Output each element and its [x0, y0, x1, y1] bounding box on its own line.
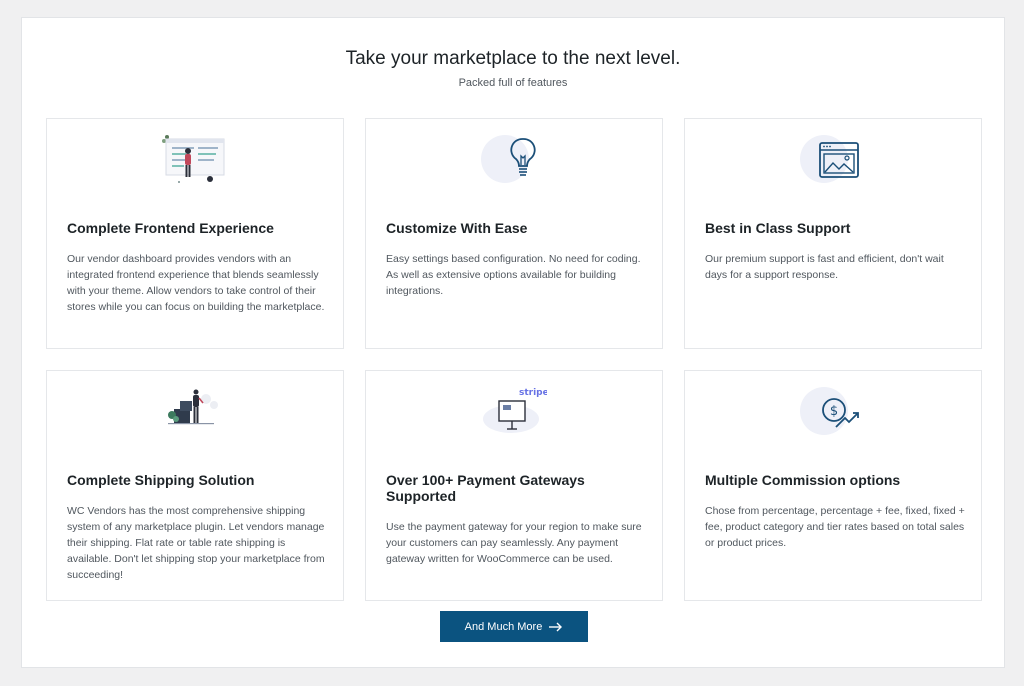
and-much-more-label: And Much More [464, 620, 543, 633]
feature-card-commission: $ Multiple Commission options Chose from… [684, 370, 982, 601]
feature-description: Our vendor dashboard provides vendors wi… [67, 253, 325, 313]
feature-title: Multiple Commission options [705, 472, 901, 488]
features-panel: Take your marketplace to the next level.… [21, 17, 1005, 668]
svg-text:$: $ [830, 404, 838, 419]
feature-title: Best in Class Support [705, 220, 851, 236]
lightbulb-icon [366, 131, 662, 191]
page-subtitle: Packed full of features [458, 77, 568, 89]
feature-card-payment: stripe Over 100+ Payment Gateways Suppor… [365, 370, 663, 601]
dollar-growth-icon: $ [685, 383, 981, 443]
feature-card-frontend: Complete Frontend Experience Our vendor … [46, 118, 344, 349]
arrow-right-icon [549, 622, 563, 631]
feature-title: Over 100+ Payment Gateways Supported [386, 472, 585, 504]
shipping-illustration-icon [47, 383, 343, 443]
page-title: Take your marketplace to the next level. [345, 48, 681, 69]
and-much-more-button[interactable]: And Much More [440, 611, 588, 642]
feature-description: WC Vendors has the most comprehensive sh… [67, 505, 325, 581]
feature-card-support: Best in Class Support Our premium suppor… [684, 118, 982, 349]
feature-description: Our premium support is fast and efficien… [705, 253, 944, 281]
feature-title: Complete Frontend Experience [67, 220, 274, 236]
feature-description: Use the payment gateway for your region … [386, 521, 642, 565]
feature-card-shipping: Complete Shipping Solution WC Vendors ha… [46, 370, 344, 601]
feature-description: Chose from percentage, percentage + fee,… [705, 505, 965, 549]
feature-title: Complete Shipping Solution [67, 472, 255, 488]
feature-card-customize: Customize With Ease Easy settings based … [365, 118, 663, 349]
browser-image-icon [685, 131, 981, 191]
stripe-badge: stripe [519, 388, 547, 398]
feature-title: Customize With Ease [386, 220, 528, 236]
stripe-payment-illustration-icon: stripe [366, 383, 662, 443]
dashboard-illustration-icon [47, 131, 343, 191]
feature-description: Easy settings based configuration. No ne… [386, 253, 641, 297]
